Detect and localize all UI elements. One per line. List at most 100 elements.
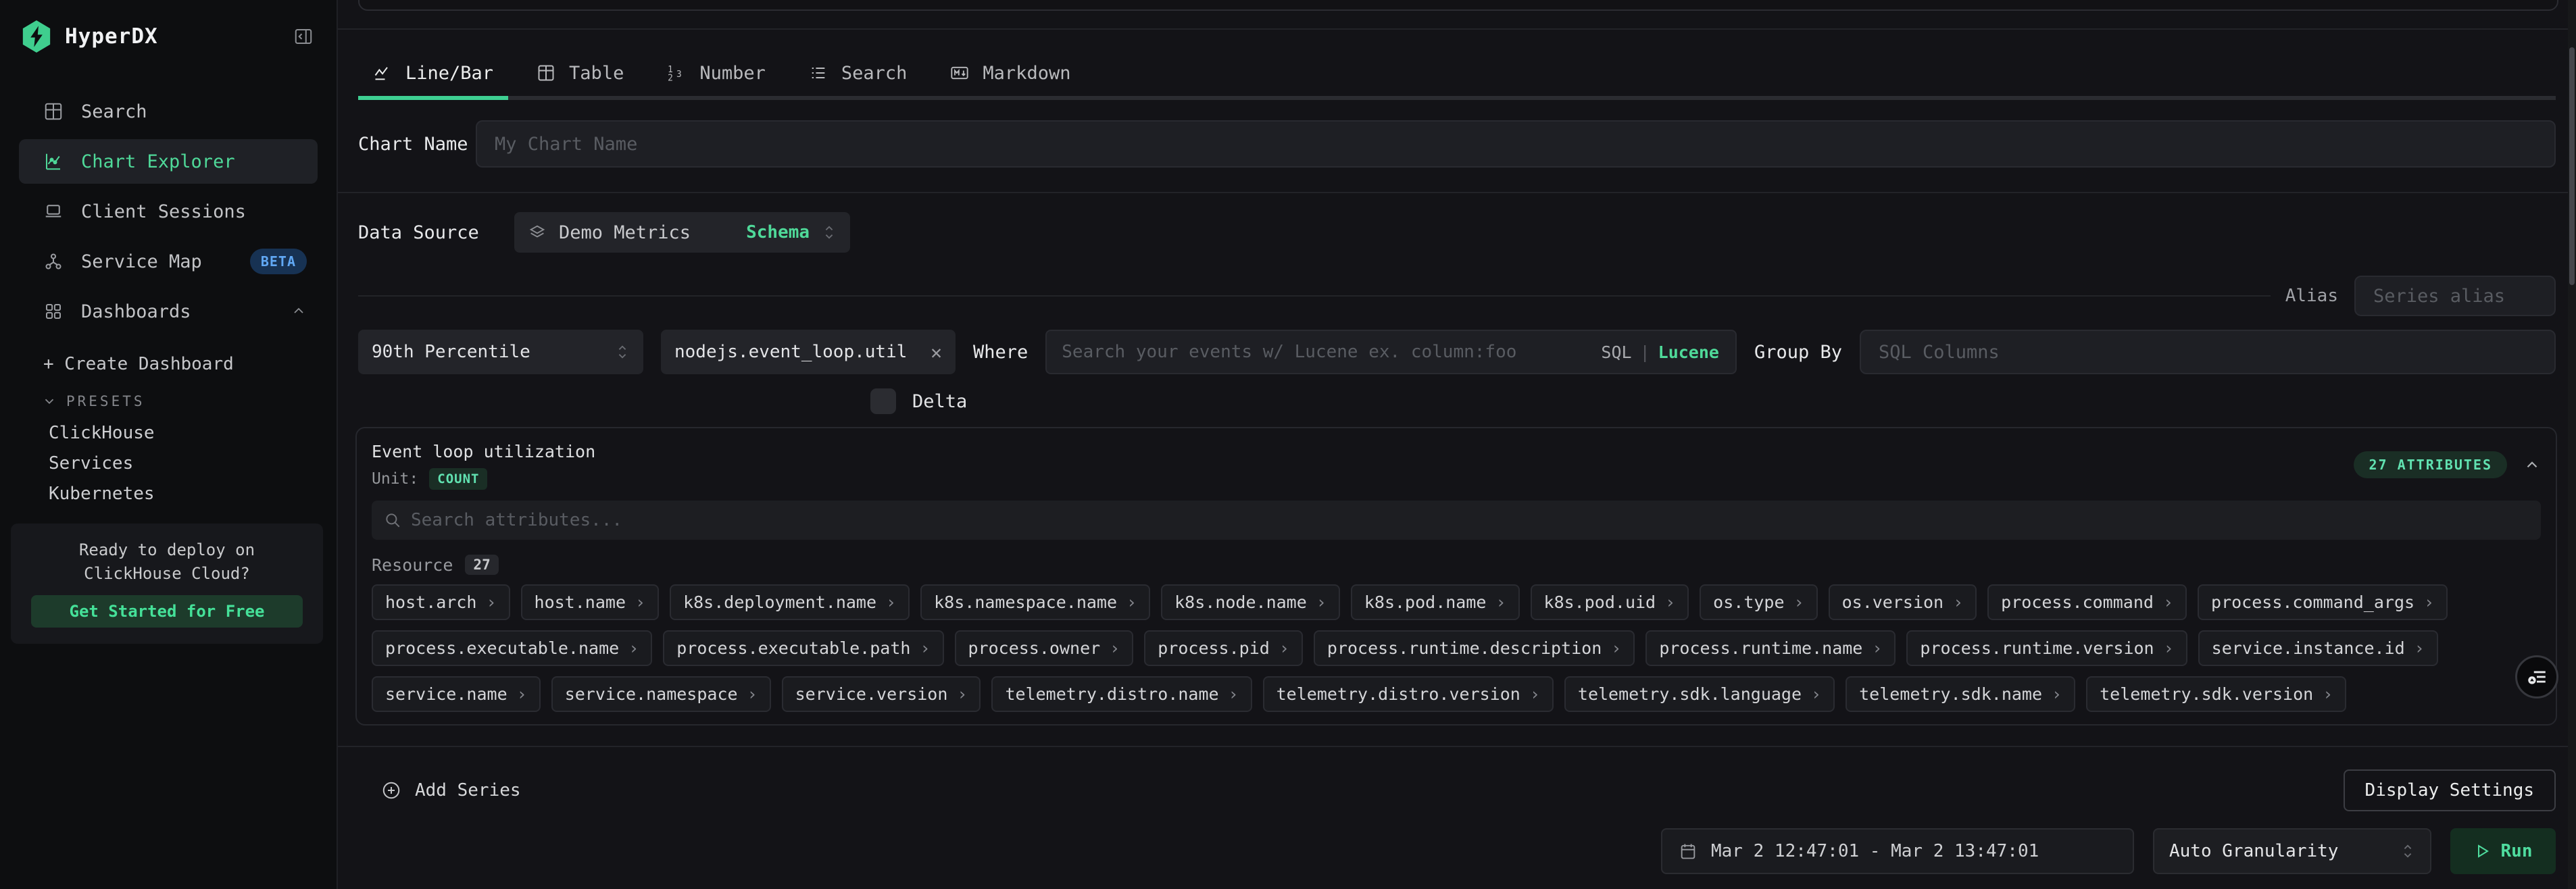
where-search-input[interactable]: [1047, 331, 1601, 373]
chevron-right-icon: ›: [1495, 592, 1506, 612]
tab-label: Line/Bar: [405, 63, 493, 84]
search-icon: [384, 511, 401, 529]
alias-row: Alias: [358, 276, 2556, 316]
date-range-picker[interactable]: Mar 2 12:47:01 - Mar 2 13:47:01: [1661, 828, 2134, 874]
attribute-chip[interactable]: process.owner ›: [955, 630, 1134, 666]
divider: [338, 746, 2576, 747]
tab-table[interactable]: Table: [522, 50, 639, 100]
attribute-chip[interactable]: k8s.pod.name ›: [1351, 584, 1520, 620]
chevron-right-icon: ›: [2164, 638, 2174, 658]
get-started-button[interactable]: Get Started for Free: [31, 595, 303, 628]
chart-name-input[interactable]: [476, 120, 2556, 168]
sidebar: HyperDX Search Chart Explorer Client Ses…: [0, 0, 338, 889]
chevron-right-icon: ›: [1872, 638, 1882, 658]
attribute-chip[interactable]: telemetry.distro.version ›: [1263, 676, 1554, 712]
scrollbar-thumb[interactable]: [2569, 47, 2575, 285]
chevron-right-icon: ›: [517, 684, 527, 704]
chevron-right-icon: ›: [957, 684, 967, 704]
attribute-chip[interactable]: service.name ›: [372, 676, 541, 712]
attribute-chip[interactable]: service.version ›: [782, 676, 981, 712]
attribute-chip[interactable]: process.runtime.name ›: [1645, 630, 1896, 666]
sidebar-item-label: Dashboards: [81, 301, 191, 322]
chevron-right-icon: ›: [2414, 638, 2425, 658]
chevron-right-icon: ›: [2052, 684, 2062, 704]
chevron-right-icon: ›: [886, 592, 896, 612]
attribute-chip[interactable]: telemetry.sdk.name ›: [1846, 676, 2075, 712]
attribute-chip[interactable]: os.type ›: [1700, 584, 1817, 620]
footer-actions-row: Add Series Display Settings: [358, 766, 2556, 815]
attribute-chip[interactable]: service.instance.id ›: [2198, 630, 2438, 666]
attribute-chip[interactable]: process.runtime.description ›: [1314, 630, 1635, 666]
delta-label: Delta: [912, 391, 967, 412]
divider: [338, 28, 2576, 30]
attribute-chip[interactable]: process.command_args ›: [2198, 584, 2448, 620]
data-source-label: Data Source: [358, 222, 514, 243]
attribute-chip[interactable]: k8s.node.name ›: [1161, 584, 1340, 620]
aggregation-select[interactable]: 90th Percentile: [358, 330, 643, 374]
remove-metric-icon[interactable]: ✕: [931, 341, 942, 363]
language-separator: |: [1640, 342, 1650, 362]
chart-type-tabs: Line/Bar Table 123 Number Search Markdow…: [358, 50, 2556, 100]
page-scrollbar[interactable]: [2568, 0, 2576, 889]
metric-tag[interactable]: nodejs.event_loop.util ✕: [661, 330, 956, 374]
attribute-search-input[interactable]: [411, 510, 2529, 530]
sidebar-item-dashboards[interactable]: Dashboards: [19, 289, 318, 334]
tab-line-bar[interactable]: Line/Bar: [358, 50, 508, 100]
sidebar-item-chart-explorer[interactable]: Chart Explorer: [19, 139, 318, 184]
sidebar-collapse-icon[interactable]: [293, 26, 314, 47]
run-label: Run: [2501, 841, 2533, 861]
tab-markdown[interactable]: Markdown: [935, 50, 1085, 100]
attribute-chip[interactable]: host.arch ›: [372, 584, 510, 620]
main-content: Line/Bar Table 123 Number Search Markdow…: [338, 0, 2576, 889]
create-dashboard-button[interactable]: + Create Dashboard: [0, 354, 337, 374]
attribute-chip[interactable]: telemetry.sdk.version ›: [2086, 676, 2346, 712]
collapse-attributes-icon[interactable]: [2523, 456, 2541, 474]
preset-item[interactable]: Services: [0, 448, 337, 478]
attribute-chip[interactable]: process.runtime.version ›: [1906, 630, 2187, 666]
attribute-chip[interactable]: k8s.deployment.name ›: [670, 584, 910, 620]
preset-item[interactable]: ClickHouse: [0, 417, 337, 448]
add-series-button[interactable]: Add Series: [358, 780, 521, 801]
sql-option[interactable]: SQL: [1601, 342, 1631, 362]
tab-number[interactable]: 123 Number: [652, 50, 781, 100]
attribute-chip[interactable]: process.executable.name ›: [372, 630, 652, 666]
attribute-chip[interactable]: k8s.pod.uid ›: [1531, 584, 1689, 620]
schema-link[interactable]: Schema: [746, 222, 810, 243]
series-alias-input[interactable]: [2354, 276, 2556, 316]
chevron-right-icon: ›: [1953, 592, 1963, 612]
attribute-chip[interactable]: host.name ›: [521, 584, 660, 620]
attribute-chip[interactable]: os.version ›: [1829, 584, 1977, 620]
attribute-chip[interactable]: process.executable.path ›: [663, 630, 943, 666]
service-map-icon: [43, 251, 64, 272]
sidebar-item-search[interactable]: Search: [19, 89, 318, 134]
delta-checkbox[interactable]: [870, 388, 896, 414]
chevron-right-icon: ›: [635, 592, 645, 612]
attribute-chip[interactable]: process.pid ›: [1144, 630, 1303, 666]
attribute-chip[interactable]: process.command ›: [1987, 584, 2187, 620]
preset-item[interactable]: Kubernetes: [0, 478, 337, 509]
chevron-right-icon: ›: [1279, 638, 1289, 658]
search-grid-icon: [43, 101, 64, 122]
attribute-chip[interactable]: k8s.namespace.name ›: [920, 584, 1150, 620]
where-label: Where: [973, 342, 1028, 363]
data-source-select[interactable]: Demo Metrics Schema: [514, 212, 850, 253]
unit-row: Unit: COUNT: [372, 468, 595, 490]
attribute-chip[interactable]: telemetry.sdk.language ›: [1564, 676, 1835, 712]
metric-name: nodejs.event_loop.util: [674, 342, 920, 362]
tab-search[interactable]: Search: [794, 50, 922, 100]
display-settings-button[interactable]: Display Settings: [2344, 769, 2556, 811]
attribute-chip[interactable]: telemetry.distro.name ›: [991, 676, 1252, 712]
series-settings-floating-button[interactable]: [2515, 655, 2558, 698]
preset-list: ClickHouse Services Kubernetes: [0, 417, 337, 509]
data-source-value: Demo Metrics: [559, 222, 691, 243]
aggregation-value: 90th Percentile: [372, 342, 603, 362]
granularity-select[interactable]: Auto Granularity: [2153, 828, 2431, 874]
group-by-input[interactable]: [1860, 330, 2556, 374]
run-button[interactable]: Run: [2450, 828, 2556, 874]
lucene-option[interactable]: Lucene: [1658, 342, 1719, 362]
data-source-row: Data Source Demo Metrics Schema: [358, 212, 2556, 253]
sidebar-item-service-map[interactable]: Service Map BETA: [19, 239, 318, 284]
sidebar-item-client-sessions[interactable]: Client Sessions: [19, 189, 318, 234]
presets-header[interactable]: PRESETS: [0, 393, 337, 409]
attribute-chip[interactable]: service.namespace ›: [551, 676, 771, 712]
